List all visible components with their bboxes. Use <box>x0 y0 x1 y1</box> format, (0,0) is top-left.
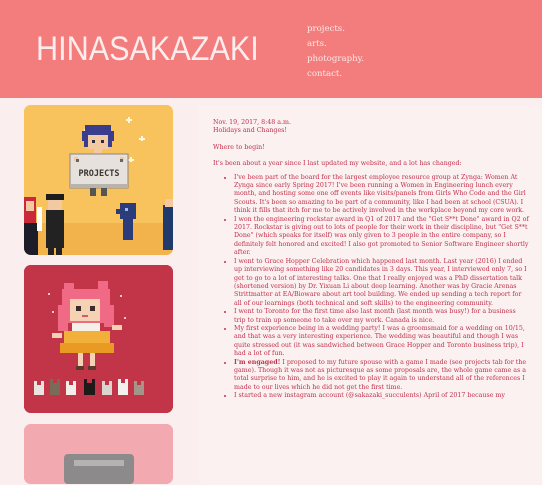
nav-photography[interactable]: photography. <box>307 52 364 67</box>
nav-projects[interactable]: projects. <box>307 22 364 37</box>
list-item: I went to Grace Hopper Celebration which… <box>234 258 529 308</box>
post-date: Nov. 19, 2017, 8:48 a.m. <box>213 119 292 126</box>
list-item: I went to Toronto for the first time als… <box>234 308 529 325</box>
arts-pixel-art <box>24 265 173 413</box>
projects-thumbnail[interactable]: PROJECTS <box>24 105 173 255</box>
list-item: I've been part of the board for the larg… <box>234 174 529 216</box>
list-item: My first experience being in a wedding p… <box>234 325 529 359</box>
post-title: Holidays and Changes! <box>213 127 287 135</box>
projects-thumbnail-label: PROJECTS <box>79 169 120 179</box>
nav-contact[interactable]: contact. <box>307 67 364 82</box>
blog-post-panel: Nov. 19, 2017, 8:48 a.m. Holidays and Ch… <box>198 105 542 485</box>
list-item: I started a new instagram account (@saka… <box>234 392 529 400</box>
post-lead: It's been about a year since I last upda… <box>213 160 462 168</box>
list-item: I won the engineering rockstar award in … <box>234 216 529 258</box>
site-title[interactable]: HINASAKAZAKI <box>36 30 259 69</box>
blog-post: Nov. 19, 2017, 8:48 a.m. Holidays and Ch… <box>213 119 529 401</box>
nav-arts[interactable]: arts. <box>307 37 364 52</box>
post-list: I've been part of the board for the larg… <box>213 174 529 401</box>
photography-image <box>24 424 173 484</box>
main-nav: projects. arts. photography. contact. <box>307 22 364 82</box>
list-item-bold: I'm engaged! <box>234 358 281 366</box>
list-item: I'm engaged! I proposed to my future spo… <box>234 359 529 393</box>
post-intro: Where to begin! <box>213 143 265 151</box>
photography-thumbnail[interactable] <box>24 424 173 484</box>
projects-pixel-art: PROJECTS <box>24 105 173 255</box>
arts-thumbnail[interactable] <box>24 265 173 413</box>
site-header: HINASAKAZAKI projects. arts. photography… <box>0 0 542 98</box>
